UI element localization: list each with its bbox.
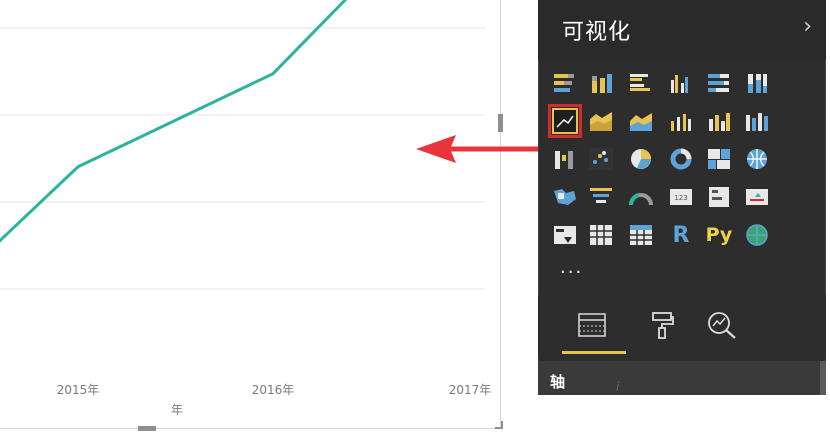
pane-tabs	[538, 295, 826, 359]
red-arrow-annotation	[416, 135, 540, 163]
series-line	[0, 0, 348, 243]
chevron-right-icon[interactable]: ›	[803, 14, 812, 39]
r-visual-icon: R	[672, 222, 690, 248]
format-tab[interactable]	[640, 303, 684, 347]
multirow-card-icon	[709, 187, 729, 207]
visual-donut-button[interactable]	[664, 142, 698, 176]
active-tab-indicator	[562, 351, 626, 354]
visual-matrix-button[interactable]	[624, 218, 658, 252]
clustered-bar-icon	[630, 74, 650, 91]
text-cursor: i	[616, 380, 620, 394]
pane-scrollbar[interactable]	[820, 361, 826, 395]
fields-icon	[578, 313, 606, 337]
waterfall-icon	[555, 151, 573, 169]
chart-bottom-border	[0, 428, 501, 429]
visual-ribbon-chart-button[interactable]	[740, 104, 774, 138]
filled-map-icon	[554, 189, 576, 205]
visual-waterfall-button[interactable]	[548, 142, 582, 176]
chart-plot: 2015年 2016年 2017年年	[0, 0, 492, 417]
resize-handle-bottom[interactable]	[138, 426, 156, 431]
visualizations-header: 可视化 ›	[538, 0, 826, 60]
pie-icon	[631, 149, 651, 169]
scatter-icon	[589, 148, 613, 170]
visual-line-clustered-column-button[interactable]	[664, 104, 698, 138]
more-visuals-button[interactable]: ···	[560, 262, 583, 283]
line-chart-visual[interactable]: 2015年 2016年 2017年年	[0, 0, 505, 431]
card-icon: 123	[670, 189, 692, 205]
100pct-column-icon	[748, 74, 767, 93]
python-visual-icon: Py	[705, 224, 733, 246]
visual-area-chart-button[interactable]	[584, 104, 618, 138]
fields-tab[interactable]	[570, 303, 614, 347]
visualizations-pane: 可视化 › 123 R Py ··· 轴	[538, 0, 826, 395]
gauge-icon	[629, 193, 653, 206]
kpi-icon	[746, 189, 768, 205]
slicer-icon	[554, 226, 576, 244]
x-axis-title: 年	[171, 403, 183, 417]
stacked-area-icon	[630, 113, 652, 131]
visual-globe-button[interactable]	[740, 218, 774, 252]
ribbon-chart-icon	[746, 113, 768, 131]
stacked-bar-icon	[554, 74, 574, 92]
axis-label: 轴	[550, 373, 566, 391]
treemap-icon	[708, 149, 730, 169]
visual-table-button[interactable]	[584, 218, 618, 252]
visual-python-visual-button[interactable]: Py	[702, 218, 736, 252]
map-icon	[747, 149, 767, 169]
visual-scatter-button[interactable]	[584, 142, 618, 176]
x-tick-label: 2017年	[449, 383, 492, 397]
matrix-icon	[630, 225, 652, 245]
x-tick-label: 2015年	[57, 383, 100, 397]
visual-clustered-bar-button[interactable]	[624, 66, 658, 100]
visual-kpi-button[interactable]	[740, 180, 774, 214]
pane-title: 可视化	[562, 20, 632, 45]
x-tick-label: 2016年	[252, 383, 295, 397]
visual-r-visual-button[interactable]: R	[664, 218, 698, 252]
100pct-bar-icon	[708, 74, 729, 92]
visual-gauge-button[interactable]	[624, 180, 658, 214]
area-chart-icon	[590, 112, 612, 131]
visual-funnel-button[interactable]	[584, 180, 618, 214]
visual-filled-map-button[interactable]	[548, 180, 582, 214]
format-paint-roller-icon	[652, 312, 674, 339]
axis-field-well[interactable]: 轴	[538, 361, 826, 395]
visual-slicer-button[interactable]	[548, 218, 582, 252]
resize-handle-corner[interactable]	[495, 421, 503, 429]
visual-stacked-bar-button[interactable]	[548, 66, 582, 100]
line-clustered-column-icon	[671, 114, 691, 131]
visual-treemap-button[interactable]	[702, 142, 736, 176]
stacked-column-icon	[592, 74, 612, 93]
chart-right-border	[500, 0, 501, 428]
visual-stacked-column-button[interactable]	[584, 66, 618, 100]
donut-icon	[670, 148, 692, 170]
visual-map-button[interactable]	[740, 142, 774, 176]
visual-line-stacked-column-button[interactable]	[702, 104, 736, 138]
analytics-magnifier-icon	[708, 312, 736, 339]
visual-pie-button[interactable]	[624, 142, 658, 176]
funnel-icon	[590, 188, 612, 203]
line-chart-icon	[552, 108, 578, 134]
visual-100pct-column-button[interactable]	[740, 66, 774, 100]
visual-stacked-area-button[interactable]	[624, 104, 658, 138]
clustered-column-icon	[671, 75, 688, 93]
visual-line-chart-button[interactable]	[548, 104, 582, 138]
visual-100pct-bar-button[interactable]	[702, 66, 736, 100]
globe-icon	[746, 224, 768, 246]
visual-clustered-column-button[interactable]	[664, 66, 698, 100]
table-icon	[590, 225, 612, 245]
visual-multirow-card-button[interactable]	[702, 180, 736, 214]
svg-text:123: 123	[674, 194, 687, 202]
visual-card-button[interactable]: 123	[664, 180, 698, 214]
analytics-tab[interactable]	[700, 303, 744, 347]
line-stacked-column-icon	[709, 113, 730, 131]
